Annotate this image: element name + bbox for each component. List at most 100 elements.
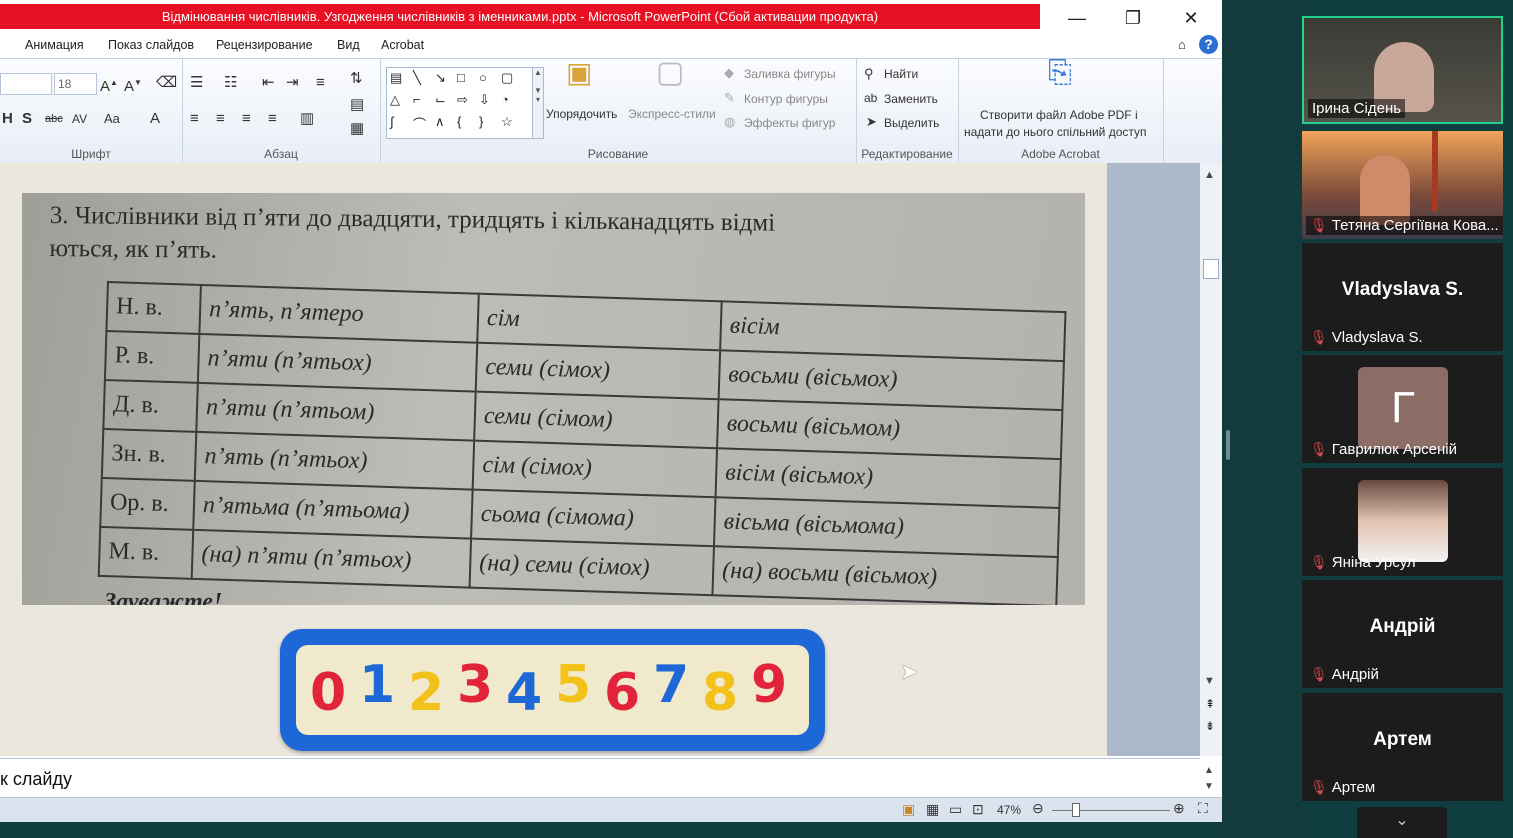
normal-view-icon[interactable]: ▣	[902, 801, 915, 818]
powerpoint-window: Відмінювання числівників. Узгодження чис…	[0, 0, 1222, 822]
triangle-shape-icon[interactable]: △	[390, 92, 400, 108]
close-button[interactable]: ✕	[1176, 6, 1206, 30]
arrange-button[interactable]: Упорядочить	[546, 107, 617, 121]
scroll-thumb[interactable]	[1203, 259, 1219, 279]
participant-tile-2[interactable]: Vladyslava S. 🎙 Vladyslava S.	[1302, 243, 1503, 351]
select-button[interactable]: Выделить	[884, 116, 939, 130]
minimize-button[interactable]: —	[1062, 6, 1092, 30]
font-name-field[interactable]	[0, 73, 52, 95]
reading-view-icon[interactable]: ▭	[949, 801, 962, 818]
textbox-shape-icon[interactable]: ▤	[390, 70, 402, 86]
right-arrow-shape-icon[interactable]: ⇨	[457, 92, 468, 108]
notes-scroll-down-icon[interactable]: ▼	[1204, 781, 1214, 792]
fit-slide-icon[interactable]: ⛶	[1198, 800, 1208, 817]
slide[interactable]: 3. Числівники від п’яти до двадцяти, три…	[0, 163, 1107, 756]
divider-handle[interactable]	[1226, 430, 1230, 460]
shadow-icon[interactable]: S	[22, 111, 32, 127]
zoom-level[interactable]: 47%	[997, 803, 1021, 817]
tab-animation[interactable]: Анимация	[25, 38, 84, 52]
rounded-rect-shape-icon[interactable]: ▢	[501, 70, 513, 86]
zoom-in-icon[interactable]: ⊕	[1173, 800, 1185, 817]
right-brace-shape-icon[interactable]: }	[479, 114, 483, 129]
smartart-icon[interactable]: ▦	[350, 121, 364, 137]
prev-slide-icon[interactable]: ⇞	[1205, 697, 1215, 711]
help-icon[interactable]: ?	[1199, 35, 1218, 54]
oval-shape-icon[interactable]: ○	[479, 70, 487, 85]
curve-shape-icon[interactable]: ∫	[390, 114, 394, 129]
zoom-slider-track[interactable]	[1052, 810, 1170, 811]
create-pdf-line2[interactable]: надати до нього спільний доступ	[964, 125, 1147, 139]
bold-strikethrough-icon[interactable]: Н	[2, 111, 13, 127]
justify-icon[interactable]: ≡	[268, 111, 277, 127]
align-center-icon[interactable]: ≡	[216, 111, 225, 127]
grow-font-icon[interactable]: A▲	[100, 75, 118, 95]
rectangle-shape-icon[interactable]: □	[457, 70, 465, 85]
shapes-gallery[interactable]: ▤ ╲ ↘ □ ○ ▢ △ ⌐ ⌙ ⇨ ⇩ ◔ ∫ ⌒ ∧ { } ☆	[386, 67, 534, 139]
strikethrough-icon[interactable]: abc	[45, 111, 63, 127]
restore-button[interactable]: ❐	[1118, 6, 1148, 30]
shape-fill-button[interactable]: Заливка фигуры	[744, 67, 836, 81]
participant-tile-5[interactable]: Андрій 🎙 Андрій	[1302, 580, 1503, 688]
star-shape-icon[interactable]: ☆	[501, 114, 513, 130]
slide-sorter-icon[interactable]: ▦	[926, 801, 939, 818]
align-right-icon[interactable]: ≡	[242, 111, 251, 127]
increase-indent-icon[interactable]: ⇥	[286, 75, 299, 91]
shape-effects-button[interactable]: Эффекты фигур	[744, 116, 835, 130]
clear-format-icon[interactable]: ⌫	[156, 75, 177, 91]
numbers-frame: 0123456789	[296, 645, 809, 735]
notes-scroll-up-icon[interactable]: ▲	[1204, 765, 1214, 776]
arc-shape-icon[interactable]: ⌒	[413, 114, 426, 133]
arrow-line-shape-icon[interactable]: ↘	[435, 70, 446, 86]
bullets-icon[interactable]: ☰	[190, 75, 203, 91]
participant-tile-0[interactable]: Ірина Сідень	[1302, 16, 1503, 124]
participant-tile-3[interactable]: Г 🎙 Гаврилюк Арсеній	[1302, 355, 1503, 463]
participant-tile-1[interactable]: 🎙 Тетяна Сергіївна Кова...	[1302, 131, 1503, 239]
shrink-font-icon[interactable]: A▼	[124, 75, 142, 95]
freeform-shape-icon[interactable]: ∧	[435, 114, 445, 130]
zoom-slider-thumb[interactable]	[1072, 803, 1080, 817]
tab-slideshow[interactable]: Показ слайдов	[108, 38, 194, 52]
mouse-cursor-icon: ➤	[900, 659, 919, 684]
char-spacing-icon[interactable]: AV	[72, 111, 87, 127]
next-slide-icon[interactable]: ⇟	[1205, 719, 1215, 733]
shape-outline-button[interactable]: Контур фигуры	[744, 92, 828, 106]
slideshow-icon[interactable]: ⊡	[972, 801, 984, 818]
participant-tile-4[interactable]: 🎙 Яніна Урсул	[1302, 468, 1503, 576]
participant-tile-6[interactable]: Артем 🎙 Артем	[1302, 693, 1503, 801]
numbering-icon[interactable]: ☷	[224, 75, 237, 91]
tab-view[interactable]: Вид	[337, 38, 360, 52]
scroll-down-icon[interactable]: ▼	[1204, 675, 1215, 687]
columns-icon[interactable]: ▥	[300, 111, 314, 127]
express-styles-button[interactable]: Экспресс-стили	[628, 107, 716, 121]
elbow-shape-icon[interactable]: ⌐	[413, 92, 421, 107]
notes-pane[interactable]: к слайду ▲ ▼	[0, 758, 1214, 797]
effects-icon: ◍	[724, 114, 736, 129]
align-text-icon[interactable]: ▤	[350, 97, 364, 113]
create-pdf-icon: ⎘	[1048, 56, 1072, 89]
minimize-ribbon-icon[interactable]: ⌂	[1178, 37, 1186, 52]
line-spacing-icon[interactable]: ≡	[316, 75, 325, 91]
down-arrow-shape-icon[interactable]: ⇩	[479, 92, 490, 108]
decrease-indent-icon[interactable]: ⇤	[262, 75, 275, 91]
line-shape-icon[interactable]: ╲	[413, 70, 421, 86]
find-button[interactable]: Найти	[884, 67, 918, 81]
text-direction-icon[interactable]: ⇅	[350, 71, 363, 87]
chevron-down-icon[interactable]: ⌄	[1357, 807, 1447, 838]
participant-name: 🎙 Яніна Урсул	[1310, 554, 1416, 571]
change-case-icon[interactable]: Aa	[104, 111, 120, 127]
callout-shape-icon[interactable]: ◔	[501, 92, 509, 107]
replace-button[interactable]: Заменить	[884, 92, 938, 106]
tab-acrobat[interactable]: Acrobat	[381, 38, 424, 52]
zoom-out-icon[interactable]: ⊖	[1032, 800, 1044, 817]
font-color-icon[interactable]: A	[150, 111, 160, 127]
shapes-gallery-scroll[interactable]: ▲ ▼ ▾	[532, 67, 544, 139]
vertical-scrollbar[interactable]: ▲ ▼ ⇞ ⇟	[1200, 163, 1222, 756]
left-brace-shape-icon[interactable]: {	[457, 114, 461, 129]
font-size-field[interactable]: 18	[54, 73, 97, 95]
create-pdf-line1[interactable]: Створити файл Adobe PDF і	[980, 108, 1138, 122]
scroll-up-icon[interactable]: ▲	[1204, 169, 1215, 181]
tab-review[interactable]: Рецензирование	[216, 38, 313, 52]
align-left-icon[interactable]: ≡	[190, 111, 199, 127]
table-cell: п’яти (п’ятьох)	[197, 333, 478, 392]
elbow-arrow-shape-icon[interactable]: ⌙	[435, 92, 446, 108]
